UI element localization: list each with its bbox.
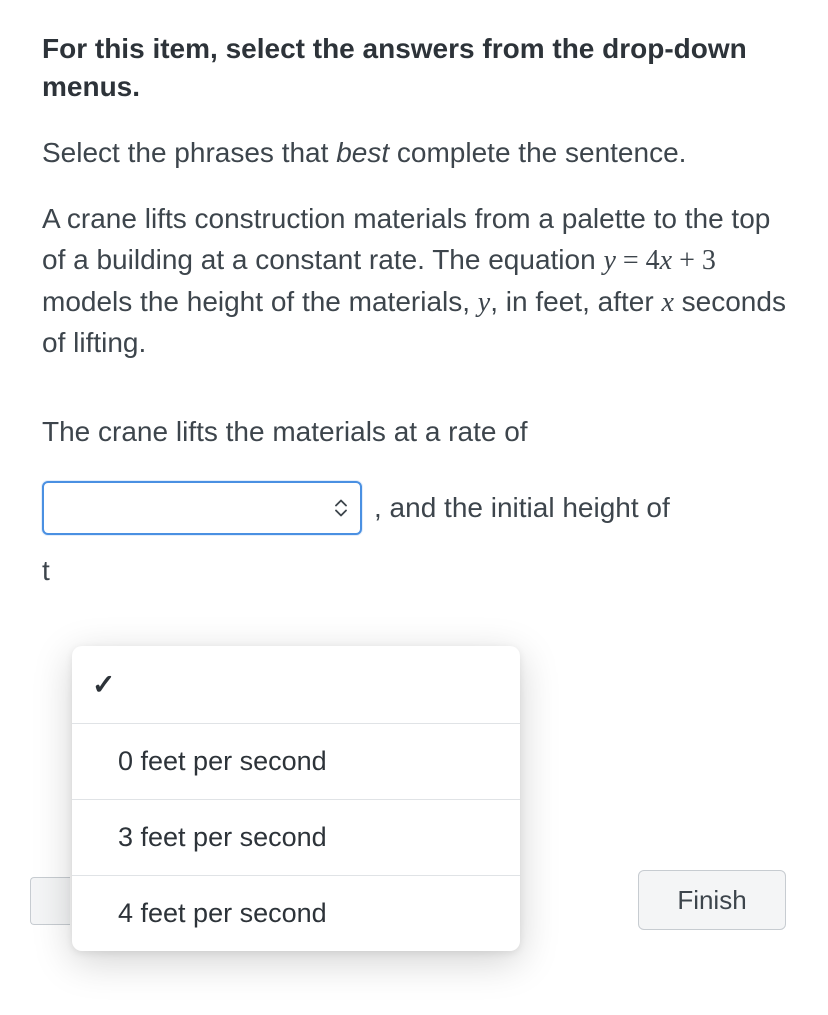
math-var-y: y xyxy=(603,245,615,276)
problem-mid: models the height of the materials, xyxy=(42,286,478,317)
dropdown-option-label: 0 feet per second xyxy=(118,746,327,776)
partial-button-edge xyxy=(30,877,70,925)
sentence-lead: The crane lifts the materials at a rate … xyxy=(42,412,786,451)
math-var-x: x xyxy=(660,245,672,276)
subinstruction-em: best xyxy=(336,137,389,168)
dropdown-option-label: 3 feet per second xyxy=(118,822,327,852)
finish-button[interactable]: Finish xyxy=(638,870,786,930)
after-select-text: , and the initial height of xyxy=(374,492,670,524)
problem-after-y2: , in feet, after xyxy=(490,286,661,317)
dropdown-option-blank[interactable]: ✓ xyxy=(72,646,520,724)
dropdown-option-0fps[interactable]: 0 feet per second xyxy=(72,724,520,800)
rate-select[interactable] xyxy=(42,481,362,535)
subinstruction: Select the phrases that best complete th… xyxy=(42,134,786,172)
dropdown-option-label: 4 feet per second xyxy=(118,898,327,928)
math-eq-post: + 3 xyxy=(672,245,716,276)
fill-row-1: , and the initial height of xyxy=(42,481,786,535)
dropdown-option-3fps[interactable]: 3 feet per second xyxy=(72,800,520,876)
checkmark-icon: ✓ xyxy=(92,669,115,700)
math-var-y2: y xyxy=(478,287,490,318)
math-var-x2: x xyxy=(661,287,673,318)
instruction-bold: For this item, select the answers from t… xyxy=(42,30,786,106)
rate-dropdown-list: ✓ 0 feet per second 3 feet per second 4 … xyxy=(72,646,520,951)
problem-text: A crane lifts construction materials fro… xyxy=(42,199,786,363)
dropdown-option-4fps[interactable]: 4 feet per second xyxy=(72,876,520,951)
row2-leading-char: t xyxy=(42,555,60,587)
finish-label: Finish xyxy=(677,885,746,916)
subinstruction-pre: Select the phrases that xyxy=(42,137,336,168)
subinstruction-post: complete the sentence. xyxy=(389,137,686,168)
fill-row-2: t xyxy=(42,555,786,587)
math-eq-mid: = 4 xyxy=(616,245,660,276)
select-arrows-icon xyxy=(334,499,348,516)
